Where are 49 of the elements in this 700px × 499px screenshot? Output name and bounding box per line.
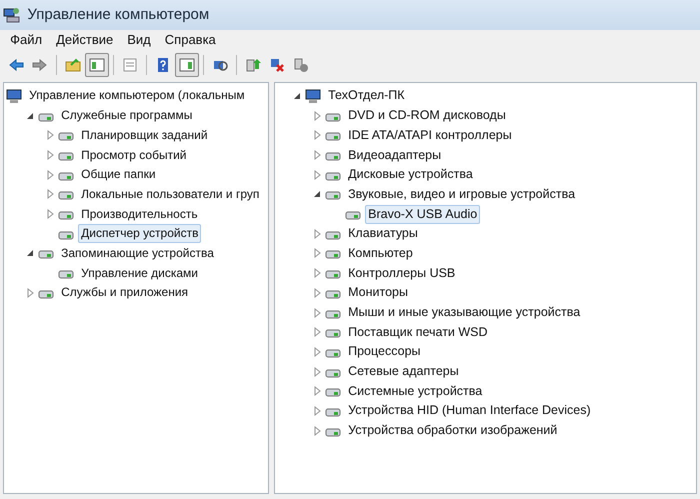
tree-item[interactable]: Процессоры — [345, 342, 424, 362]
tree-item[interactable]: Просмотр событий — [78, 146, 190, 165]
menu-item[interactable]: Вид — [120, 30, 158, 50]
window-title: Управление компьютером — [27, 4, 210, 25]
tree-item[interactable]: Управление дисками — [78, 264, 202, 283]
tree-item[interactable]: Производительность — [78, 204, 201, 224]
folder-icon — [65, 57, 81, 73]
panel-button[interactable] — [85, 53, 109, 77]
tree-item[interactable]: Поставщик печати WSD — [345, 322, 491, 342]
tree-item[interactable]: Устройства обработки изображений — [345, 421, 560, 440]
tree-item[interactable]: Общие папки — [78, 165, 159, 184]
computer-icon — [305, 88, 322, 104]
tree-item[interactable]: Устройства HID (Human Interface Devices) — [345, 401, 594, 420]
disable-icon — [293, 57, 309, 73]
computer-icon — [6, 88, 22, 104]
tree-item[interactable]: Мыши и иные указывающие устройства — [345, 303, 584, 322]
panel-button[interactable] — [175, 53, 199, 77]
tree-item[interactable]: Звуковые, видео и игровые устройства — [345, 184, 578, 204]
tree-item[interactable]: ТехОтдел-ПК — [325, 86, 408, 106]
help-icon — [155, 57, 171, 73]
tree-item[interactable]: Компьютер — [345, 244, 416, 263]
menu-item[interactable]: Действие — [49, 30, 120, 50]
tree-item[interactable]: Клавиатуры — [345, 224, 421, 244]
tree-item[interactable]: Управление компьютером (локальным — [26, 86, 248, 106]
tree-item[interactable]: IDE ATA/ATAPI контроллеры — [345, 126, 515, 145]
tree-item[interactable]: Видеоадаптеры — [345, 146, 444, 165]
tree-item[interactable]: DVD и CD-ROM дисководы — [345, 106, 509, 126]
computer-management-icon — [3, 6, 22, 24]
tree-item[interactable]: Дисковые устройства — [345, 165, 476, 184]
tree-item[interactable]: Контроллеры USB — [345, 264, 458, 283]
menu-item[interactable]: Файл — [3, 30, 50, 50]
menu-item[interactable]: Справка — [158, 30, 223, 50]
tree-item[interactable]: Сетевые адаптеры — [345, 362, 462, 382]
tree-item[interactable]: Планировщик заданий — [78, 126, 211, 145]
update-icon — [245, 57, 261, 73]
panel-icon — [179, 57, 195, 73]
uninstall-icon — [269, 57, 285, 73]
tree-item[interactable]: Мониторы — [345, 283, 411, 302]
panel-icon — [89, 57, 105, 73]
tree-item[interactable]: Службы и приложения — [58, 283, 192, 302]
tree-item[interactable]: Системные устройства — [345, 382, 486, 401]
properties-icon — [122, 57, 138, 73]
tree-item[interactable]: Bravo-X USB Audio — [365, 204, 480, 224]
forward-arrow-icon — [32, 57, 48, 73]
tree-item[interactable]: Служебные программы — [58, 106, 196, 126]
tree-item[interactable]: Диспетчер устройств — [78, 224, 202, 244]
back-arrow-icon — [8, 57, 24, 73]
tree-item[interactable]: Локальные пользователи и груп — [78, 184, 262, 204]
tree-item[interactable]: Запоминающие устройства — [58, 244, 217, 263]
